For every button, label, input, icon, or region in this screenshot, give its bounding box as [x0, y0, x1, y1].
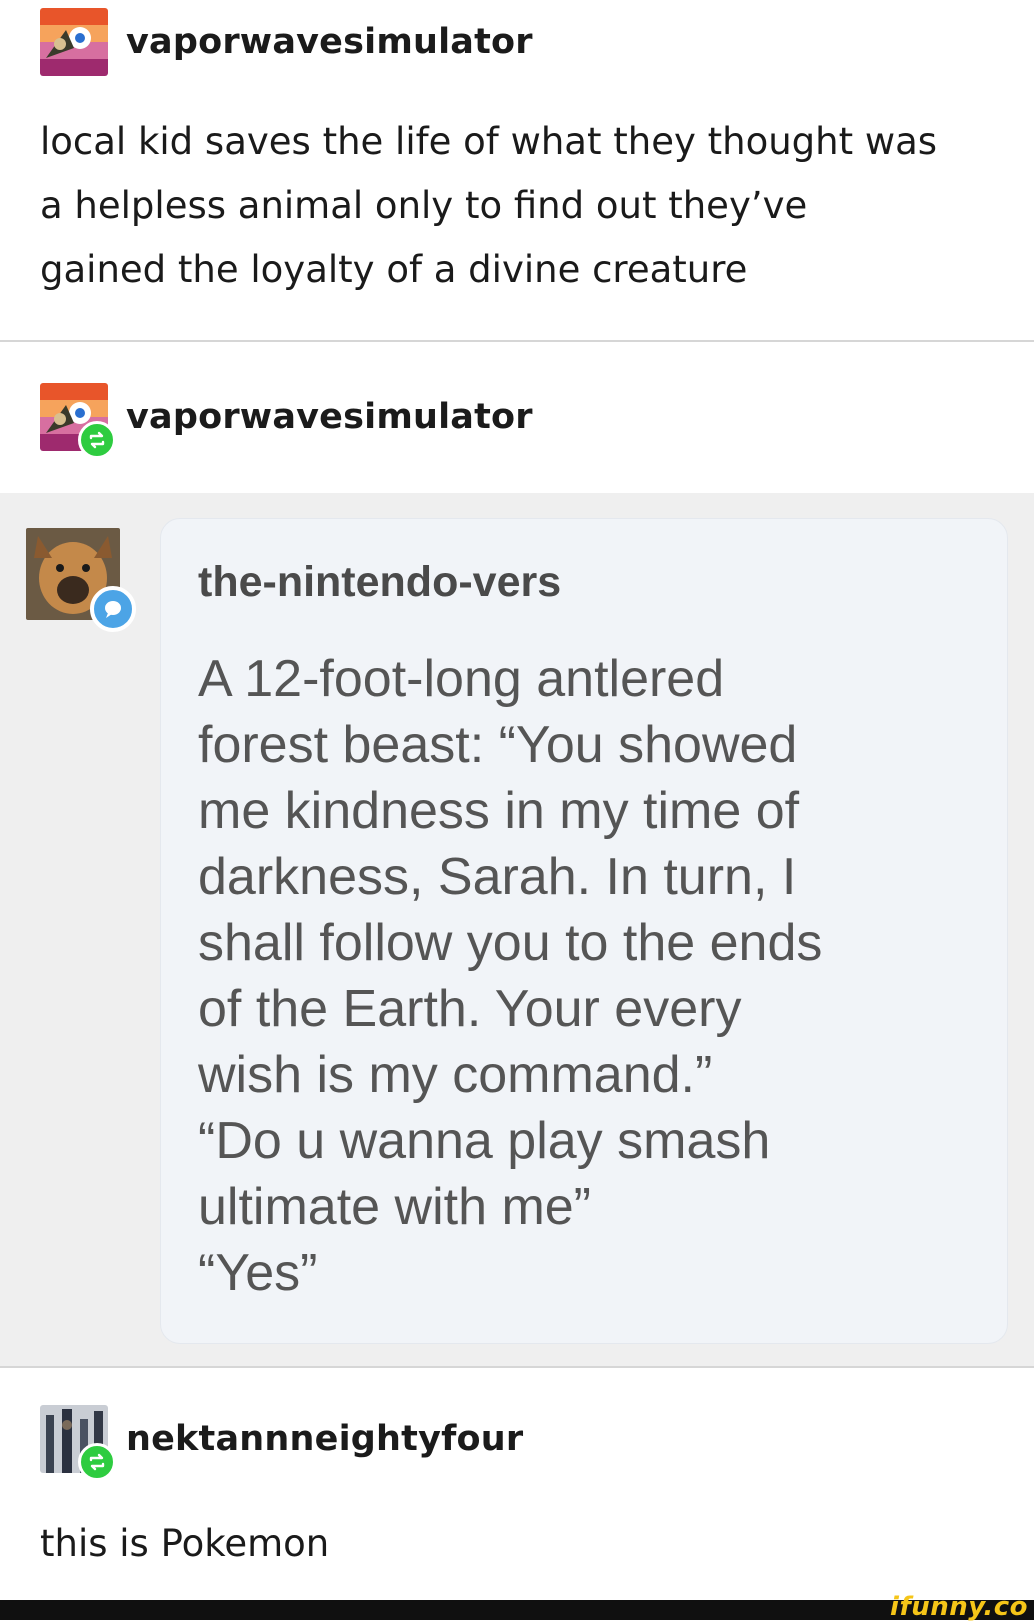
watermark-bar [0, 1600, 1034, 1620]
post-header-3: nektannneightyfour [40, 1405, 523, 1481]
post-username[interactable]: nektannneightyfour [126, 1419, 523, 1459]
quoted-username[interactable]: the-nintendo-vers [198, 558, 561, 607]
divider [0, 340, 1034, 342]
quoted-message-text: A 12-foot-long antlered forest beast: “Y… [198, 650, 823, 1302]
avatar[interactable] [40, 1405, 116, 1481]
avatar[interactable] [40, 8, 108, 76]
post-body-text: local kid saves the life of what they th… [40, 120, 938, 291]
reblog-icon [78, 421, 116, 459]
avatar-image [40, 8, 108, 76]
watermark-logo: ifunny.co [890, 1592, 1028, 1622]
divider [0, 1366, 1034, 1368]
post-username[interactable]: vaporwavesimulator [126, 397, 533, 437]
quoted-avatar[interactable] [26, 528, 136, 632]
post-header-2: vaporwavesimulator [40, 383, 533, 459]
post-header-1: vaporwavesimulator [40, 8, 533, 76]
chat-bubble-icon [90, 586, 136, 632]
avatar[interactable] [40, 383, 116, 459]
post-username[interactable]: vaporwavesimulator [126, 22, 533, 62]
reblog-icon [78, 1443, 116, 1481]
post-body-text: this is Pokemon [40, 1522, 330, 1565]
